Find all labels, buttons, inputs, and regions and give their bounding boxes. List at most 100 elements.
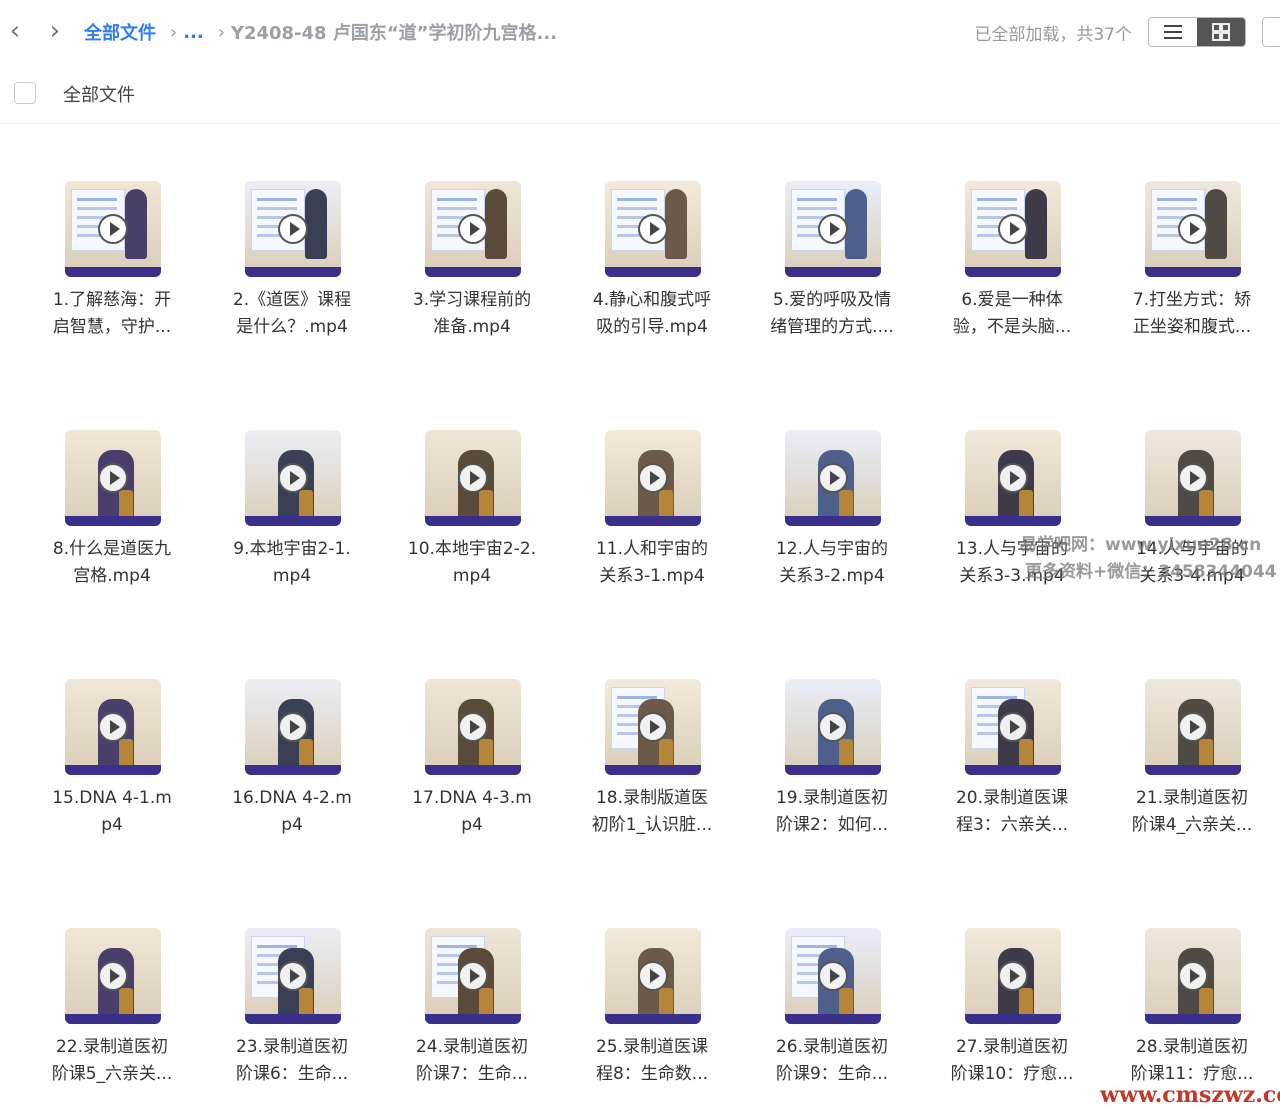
file-card[interactable]: 3.学习课程前的 准备.mp4 <box>382 150 562 399</box>
video-thumbnail[interactable] <box>245 430 341 526</box>
select-all-checkbox[interactable] <box>14 82 36 104</box>
file-card[interactable]: 18.录制版道医 初阶1_认识脏... <box>562 648 742 897</box>
video-thumbnail[interactable] <box>1145 928 1241 1024</box>
video-thumbnail[interactable] <box>1145 679 1241 775</box>
play-icon[interactable] <box>278 712 308 742</box>
video-thumbnail[interactable] <box>965 430 1061 526</box>
video-thumbnail[interactable] <box>245 181 341 277</box>
video-thumbnail[interactable] <box>965 679 1061 775</box>
file-card[interactable]: 8.什么是道医九 宫格.mp4 <box>22 399 202 648</box>
play-icon[interactable] <box>1178 712 1208 742</box>
video-thumbnail[interactable] <box>785 430 881 526</box>
file-card[interactable]: 21.录制道医初 阶课4_六亲关... <box>1102 648 1280 897</box>
file-card[interactable]: 28.录制道医初 阶课11：疗愈... <box>1102 897 1280 1110</box>
play-icon[interactable] <box>998 463 1028 493</box>
caption-band <box>605 516 701 526</box>
video-thumbnail[interactable] <box>65 679 161 775</box>
file-name-line: 是什么？.mp4 <box>236 317 348 337</box>
list-view-button[interactable] <box>1149 18 1197 46</box>
play-icon[interactable] <box>278 214 308 244</box>
play-icon[interactable] <box>638 463 668 493</box>
file-card[interactable]: 1.了解慈海：开 启智慧，守护... <box>22 150 202 399</box>
video-thumbnail[interactable] <box>965 181 1061 277</box>
play-icon[interactable] <box>998 961 1028 991</box>
file-card[interactable]: 16.DNA 4-2.m p4 <box>202 648 382 897</box>
play-icon[interactable] <box>1178 214 1208 244</box>
play-icon[interactable] <box>998 214 1028 244</box>
video-thumbnail[interactable] <box>605 181 701 277</box>
file-card[interactable]: 15.DNA 4-1.m p4 <box>22 648 202 897</box>
video-thumbnail[interactable] <box>605 928 701 1024</box>
video-thumbnail[interactable] <box>245 679 341 775</box>
file-card[interactable]: 12.人与宇宙的 关系3-2.mp4 <box>742 399 922 648</box>
play-icon[interactable] <box>278 463 308 493</box>
file-card[interactable]: 23.录制道医初 阶课6：生命... <box>202 897 382 1110</box>
load-status: 已全部加载，共37个 <box>974 25 1132 45</box>
play-icon[interactable] <box>818 463 848 493</box>
play-icon[interactable] <box>98 214 128 244</box>
play-icon[interactable] <box>1178 961 1208 991</box>
play-icon[interactable] <box>458 712 488 742</box>
file-card[interactable]: 27.录制道医初 阶课10：疗愈... <box>922 897 1102 1110</box>
play-icon[interactable] <box>818 961 848 991</box>
video-thumbnail[interactable] <box>65 928 161 1024</box>
video-thumbnail[interactable] <box>1145 430 1241 526</box>
grid-view-button[interactable] <box>1197 18 1245 46</box>
video-thumbnail[interactable] <box>605 679 701 775</box>
file-card[interactable]: 17.DNA 4-3.m p4 <box>382 648 562 897</box>
more-button[interactable] <box>1262 17 1280 47</box>
video-thumbnail[interactable] <box>785 679 881 775</box>
play-icon[interactable] <box>278 961 308 991</box>
file-card[interactable]: 2.《道医》课程 是什么？.mp4 <box>202 150 382 399</box>
file-card[interactable]: 20.录制道医课 程3：六亲关... <box>922 648 1102 897</box>
play-icon[interactable] <box>98 961 128 991</box>
caption-band <box>605 765 701 775</box>
caption-band <box>65 516 161 526</box>
breadcrumb-root[interactable]: 全部文件 <box>84 19 156 45</box>
play-icon[interactable] <box>458 463 488 493</box>
video-thumbnail[interactable] <box>65 181 161 277</box>
video-thumbnail[interactable] <box>425 181 521 277</box>
play-icon[interactable] <box>458 961 488 991</box>
video-thumbnail[interactable] <box>425 928 521 1024</box>
play-icon[interactable] <box>998 712 1028 742</box>
video-thumbnail[interactable] <box>605 430 701 526</box>
video-thumbnail[interactable] <box>65 430 161 526</box>
play-icon[interactable] <box>638 214 668 244</box>
file-card[interactable]: 4.静心和腹式呼 吸的引导.mp4 <box>562 150 742 399</box>
back-button[interactable]: ‹ <box>0 16 30 46</box>
caption-band <box>785 267 881 277</box>
play-icon[interactable] <box>1178 463 1208 493</box>
file-card[interactable]: 22.录制道医初 阶课5_六亲关... <box>22 897 202 1110</box>
video-thumbnail[interactable] <box>1145 181 1241 277</box>
file-card[interactable]: 10.本地宇宙2-2. mp4 <box>382 399 562 648</box>
video-thumbnail[interactable] <box>425 430 521 526</box>
play-icon[interactable] <box>638 961 668 991</box>
file-card[interactable]: 19.录制道医初 阶课2：如何... <box>742 648 922 897</box>
play-icon[interactable] <box>818 712 848 742</box>
file-card[interactable]: 13.人与宇宙的 关系3-3.mp4 <box>922 399 1102 648</box>
file-card[interactable]: 5.爱的呼吸及情 绪管理的方式.... <box>742 150 922 399</box>
file-card[interactable]: 9.本地宇宙2-1. mp4 <box>202 399 382 648</box>
video-thumbnail[interactable] <box>785 928 881 1024</box>
play-icon[interactable] <box>818 214 848 244</box>
video-thumbnail[interactable] <box>425 679 521 775</box>
file-card[interactable]: 25.录制道医课 程8：生命数... <box>562 897 742 1110</box>
video-thumbnail[interactable] <box>245 928 341 1024</box>
play-icon[interactable] <box>458 214 488 244</box>
file-card[interactable]: 6.爱是一种体 验，不是头脑... <box>922 150 1102 399</box>
video-thumbnail[interactable] <box>785 181 881 277</box>
file-card[interactable]: 14.人与宇宙的 关系3-4.mp4 <box>1102 399 1280 648</box>
caption-band <box>965 516 1061 526</box>
play-icon[interactable] <box>98 463 128 493</box>
file-card[interactable]: 7.打坐方式：矫 正坐姿和腹式... <box>1102 150 1280 399</box>
video-thumbnail[interactable] <box>965 928 1061 1024</box>
file-card[interactable]: 26.录制道医初 阶课9：生命... <box>742 897 922 1110</box>
breadcrumb-ellipsis[interactable]: ... <box>183 22 204 43</box>
play-icon[interactable] <box>638 712 668 742</box>
file-name-line: 19.录制道医初 <box>775 788 889 808</box>
forward-button[interactable]: › <box>40 16 70 46</box>
file-card[interactable]: 24.录制道医初 阶课7：生命... <box>382 897 562 1110</box>
play-icon[interactable] <box>98 712 128 742</box>
file-card[interactable]: 11.人和宇宙的 关系3-1.mp4 <box>562 399 742 648</box>
